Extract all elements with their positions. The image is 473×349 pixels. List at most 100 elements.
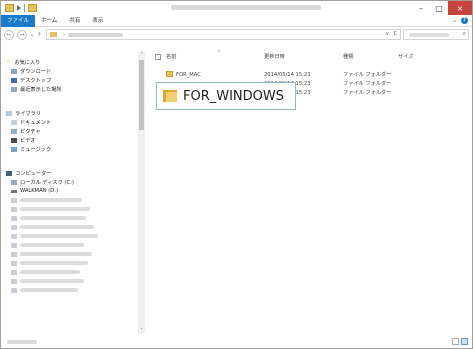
nav-item-network[interactable] bbox=[11, 286, 78, 294]
expand-ribbon-icon[interactable]: ⌄ bbox=[452, 17, 457, 24]
nav-item-music[interactable]: ミュージック bbox=[11, 145, 51, 153]
tab-share[interactable]: 共有 bbox=[63, 15, 86, 27]
sort-ascending-icon: ^ bbox=[217, 50, 222, 56]
nav-item-downloads[interactable]: ダウンロード bbox=[11, 67, 51, 75]
scrollbar-thumb[interactable] bbox=[139, 60, 144, 130]
nav-item-network[interactable] bbox=[11, 223, 94, 231]
nav-item-label: コンピューター bbox=[15, 170, 52, 177]
nav-item-network[interactable] bbox=[11, 250, 92, 258]
redacted-label bbox=[20, 288, 78, 292]
breadcrumb-path bbox=[68, 32, 123, 37]
nav-item-network[interactable] bbox=[11, 214, 86, 222]
network-drive-icon bbox=[11, 278, 17, 284]
nav-item-label: 最近表示した場所 bbox=[20, 86, 62, 93]
network-drive-icon bbox=[11, 269, 17, 275]
scroll-up-icon[interactable]: ˄ bbox=[138, 52, 145, 58]
help-icon[interactable]: ? bbox=[461, 17, 468, 24]
address-bar-row: ← → ⌄ ↑ › v C ⌕ bbox=[1, 28, 472, 42]
redacted-label bbox=[20, 279, 84, 283]
nav-item-drive-d[interactable]: WALKMAN (D:) bbox=[11, 187, 58, 195]
network-drive-icon bbox=[11, 206, 17, 212]
network-drive-icon bbox=[11, 224, 17, 230]
nav-item-network[interactable] bbox=[11, 259, 88, 267]
new-folder-icon[interactable] bbox=[28, 4, 37, 12]
column-header-type[interactable]: 種類 bbox=[343, 52, 353, 62]
select-all-checkbox[interactable] bbox=[155, 54, 161, 60]
library-icon bbox=[6, 110, 12, 116]
nav-item-documents[interactable]: ドキュメント bbox=[11, 118, 51, 126]
refresh-icon[interactable]: C bbox=[394, 31, 398, 37]
tab-view[interactable]: 表示 bbox=[86, 15, 109, 27]
nav-item-network[interactable] bbox=[11, 232, 98, 240]
nav-item-libraries[interactable]: ライブラリ bbox=[6, 109, 41, 117]
redacted-label bbox=[20, 252, 92, 256]
address-dropdown-icon[interactable]: v bbox=[386, 31, 389, 37]
network-drive-icon bbox=[11, 233, 17, 239]
highlighted-folder[interactable]: FOR_WINDOWS bbox=[156, 82, 296, 110]
window-controls: – □ × bbox=[412, 1, 472, 15]
download-icon bbox=[11, 68, 17, 74]
window-title bbox=[171, 5, 321, 10]
nav-pane-scrollbar[interactable]: ˄ ˅ bbox=[138, 52, 145, 334]
redacted-label bbox=[20, 225, 94, 229]
nav-item-computer[interactable]: コンピューター bbox=[6, 169, 51, 177]
up-button[interactable]: ↑ bbox=[37, 32, 41, 38]
redacted-label bbox=[20, 234, 98, 238]
ribbon-right: ⌄ ? bbox=[452, 17, 468, 24]
pictures-icon bbox=[11, 128, 17, 134]
table-row[interactable]: FOR_MAC 2014/05/14 15:23 ファイル フォルダー bbox=[148, 71, 472, 79]
view-toggle bbox=[452, 338, 468, 345]
nav-item-desktop[interactable]: デスクトップ bbox=[11, 76, 51, 84]
large-icons-view-icon[interactable] bbox=[461, 338, 468, 345]
back-button[interactable]: ← bbox=[4, 30, 14, 40]
nav-item-drive-c[interactable]: ローカル ディスク (C:) bbox=[11, 178, 74, 186]
documents-icon bbox=[11, 119, 17, 125]
nav-item-recent[interactable]: 最近表示した場所 bbox=[11, 85, 62, 93]
file-date: 2014/05/14 15:23 bbox=[264, 72, 311, 78]
folder-icon bbox=[166, 71, 173, 77]
search-icon[interactable]: ⌕ bbox=[463, 30, 466, 38]
ribbon-tabs: ファイル ホーム 共有 表示 ⌄ ? bbox=[1, 14, 472, 27]
separator bbox=[24, 4, 25, 12]
nav-item-label: ビデオ bbox=[20, 137, 36, 144]
nav-item-network[interactable] bbox=[11, 277, 84, 285]
close-button[interactable]: × bbox=[448, 1, 472, 15]
nav-item-network[interactable] bbox=[11, 268, 80, 276]
column-header-size[interactable]: サイズ bbox=[398, 52, 413, 62]
details-view-icon[interactable] bbox=[452, 338, 459, 345]
column-header-name[interactable]: 名前 bbox=[166, 52, 176, 62]
nav-item-label: ローカル ディスク (C:) bbox=[20, 179, 74, 186]
folder-icon[interactable] bbox=[5, 4, 14, 12]
minimize-button[interactable]: – bbox=[412, 1, 430, 15]
recent-places-icon bbox=[11, 86, 17, 92]
redacted-label bbox=[20, 216, 86, 220]
nav-item-videos[interactable]: ビデオ bbox=[11, 136, 36, 144]
recent-locations-icon[interactable]: ⌄ bbox=[30, 32, 34, 38]
address-actions: v C bbox=[386, 31, 397, 37]
forward-button[interactable]: → bbox=[17, 30, 27, 40]
maximize-button[interactable]: □ bbox=[430, 1, 448, 15]
scroll-down-icon[interactable]: ˅ bbox=[138, 328, 145, 334]
file-type: ファイル フォルダー bbox=[343, 72, 392, 78]
desktop-icon bbox=[11, 77, 17, 83]
nav-item-pictures[interactable]: ピクチャ bbox=[11, 127, 41, 135]
address-field[interactable]: › v C bbox=[46, 29, 401, 40]
nav-item-network[interactable] bbox=[11, 196, 82, 204]
nav-item-label: WALKMAN (D:) bbox=[20, 188, 59, 194]
nav-item-network[interactable] bbox=[11, 205, 90, 213]
file-type: ファイル フォルダー bbox=[343, 81, 392, 87]
play-icon[interactable] bbox=[17, 5, 21, 11]
network-drive-icon bbox=[11, 215, 17, 221]
title-bar: – □ × bbox=[1, 1, 472, 15]
network-drive-icon bbox=[11, 251, 17, 257]
redacted-label bbox=[20, 261, 88, 265]
column-header-date[interactable]: 更新日時 bbox=[264, 52, 285, 62]
status-bar bbox=[1, 336, 472, 348]
search-placeholder bbox=[409, 33, 449, 37]
nav-item-label: ドキュメント bbox=[20, 119, 52, 126]
tab-file[interactable]: ファイル bbox=[1, 14, 36, 27]
tab-home[interactable]: ホーム bbox=[35, 15, 63, 27]
nav-item-favorites[interactable]: ☆ お気に入り bbox=[6, 58, 40, 66]
search-input[interactable]: ⌕ bbox=[403, 29, 469, 40]
nav-item-network[interactable] bbox=[11, 241, 84, 249]
